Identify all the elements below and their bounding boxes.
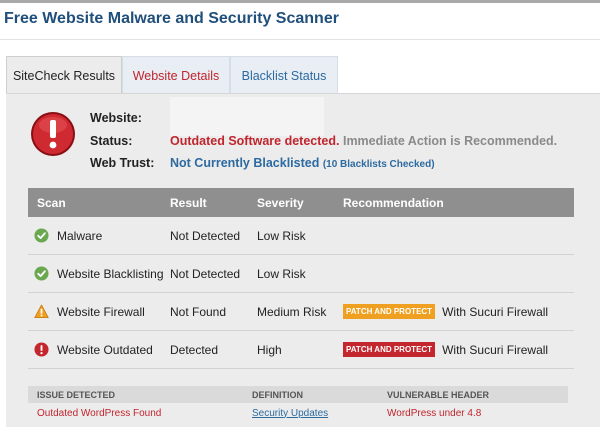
- tab-blacklist-status[interactable]: Blacklist Status: [230, 56, 338, 94]
- top-border: [0, 0, 600, 3]
- web-trust-main-text: Not Currently Blacklisted: [170, 156, 320, 170]
- status-main-text: Outdated Software detected.: [170, 134, 340, 148]
- scan-recommendation: With Sucuri Firewall: [442, 342, 549, 357]
- web-trust-value: Not Currently Blacklisted (10 Blacklists…: [170, 156, 435, 170]
- page-title: Free Website Malware and Security Scanne…: [4, 10, 339, 27]
- scan-result: Not Detected: [170, 266, 241, 281]
- scan-recommendation-cell: PATCH AND PROTECT With Sucuri Firewall: [343, 304, 574, 319]
- status-note-text: Immediate Action is Recommended.: [342, 134, 558, 148]
- header-definition: DEFINITION: [252, 389, 303, 400]
- scan-result: Not Detected: [170, 228, 241, 243]
- header-issue-detected: ISSUE DETECTED: [37, 389, 116, 400]
- warning-icon: [34, 304, 49, 318]
- header-severity: Severity: [257, 195, 304, 210]
- scan-name: Website Blacklisting: [57, 266, 164, 281]
- scan-severity: Medium Risk: [257, 304, 327, 319]
- scan-severity: Low Risk: [257, 266, 306, 281]
- issue-table-header: ISSUE DETECTED DEFINITION VULNERABLE HEA…: [28, 386, 568, 403]
- web-trust-sub-text: (10 Blacklists Checked): [322, 159, 435, 170]
- security-updates-link[interactable]: Security Updates: [252, 408, 328, 419]
- results-panel: Website: Status: Outdated Software detec…: [6, 93, 600, 427]
- tab-website-details[interactable]: Website Details: [122, 56, 230, 94]
- scan-severity: High: [257, 342, 282, 357]
- scan-name: Malware: [57, 228, 103, 243]
- header-scan: Scan: [37, 195, 66, 210]
- scan-recommendation-cell: PATCH AND PROTECT With Sucuri Firewall: [343, 342, 574, 357]
- alert-icon: [31, 112, 75, 156]
- title-divider: [0, 39, 600, 40]
- table-row: Website Outdated Detected High PATCH AND…: [28, 331, 574, 369]
- website-label: Website:: [90, 111, 142, 125]
- scan-name: Website Firewall: [57, 304, 145, 319]
- web-trust-label: Web Trust:: [90, 156, 155, 170]
- scan-table-header: Scan Result Severity Recommendation: [28, 188, 574, 217]
- website-value: [170, 97, 324, 136]
- status-label: Status:: [90, 134, 133, 148]
- patch-and-protect-button[interactable]: PATCH AND PROTECT: [343, 304, 436, 319]
- vulnerable-header: WordPress under 4.8: [387, 407, 482, 419]
- scan-result: Not Found: [170, 304, 227, 319]
- header-vulnerable-header: VULNERABLE HEADER: [387, 389, 490, 400]
- table-row: Website Firewall Not Found Medium Risk P…: [28, 293, 574, 331]
- tab-sitecheck-results[interactable]: SiteCheck Results: [6, 56, 122, 94]
- scan-severity: Low Risk: [257, 228, 306, 243]
- header-result: Result: [170, 195, 207, 210]
- table-row: Malware Not Detected Low Risk: [28, 217, 574, 255]
- check-icon: [34, 228, 49, 243]
- header-recommendation: Recommendation: [343, 195, 444, 210]
- scan-name: Website Outdated: [57, 342, 153, 357]
- patch-and-protect-button[interactable]: PATCH AND PROTECT: [343, 342, 436, 357]
- table-row: Website Blacklisting Not Detected Low Ri…: [28, 255, 574, 293]
- table-row: Outdated WordPress Found Security Update…: [28, 403, 568, 423]
- status-value: Outdated Software detected. Immediate Ac…: [170, 134, 557, 148]
- results-tabs: SiteCheck Results Website Details Blackl…: [6, 56, 338, 94]
- issue-detected: Outdated WordPress Found: [37, 407, 162, 419]
- scan-result: Detected: [170, 342, 219, 357]
- issue-details-table: ISSUE DETECTED DEFINITION VULNERABLE HEA…: [28, 386, 568, 423]
- scan-results-table: Scan Result Severity Recommendation Malw…: [28, 188, 574, 369]
- check-icon: [34, 266, 49, 281]
- error-icon: [34, 342, 49, 357]
- scan-recommendation: With Sucuri Firewall: [442, 304, 549, 319]
